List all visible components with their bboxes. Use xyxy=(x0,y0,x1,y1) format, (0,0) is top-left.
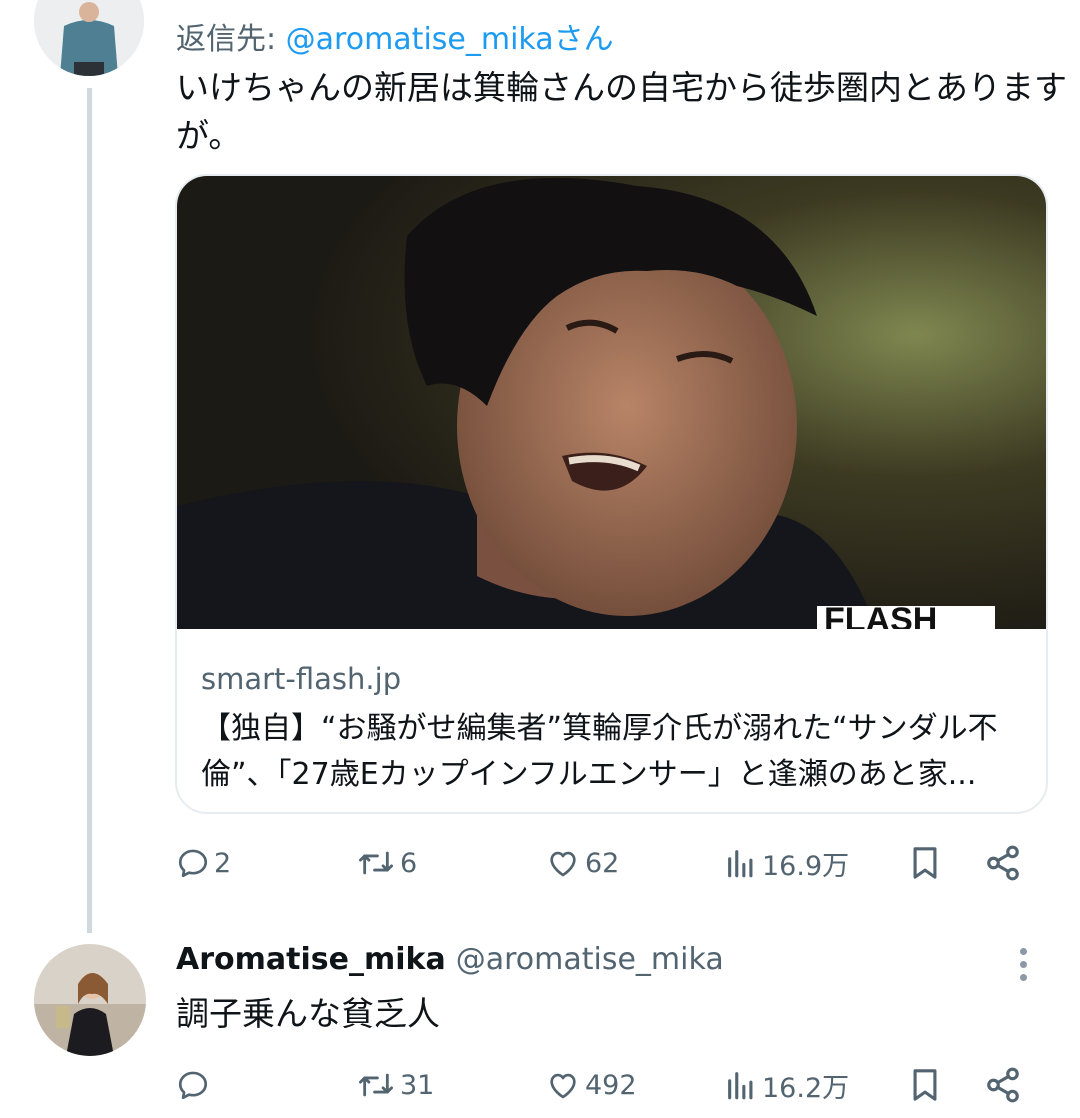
views-icon xyxy=(728,1072,753,1100)
link-preview-card[interactable]: FLASH smart-flash.jp 【独自】“お騒がせ編集者”箕輪厚介氏が… xyxy=(175,174,1048,814)
card-title: 【独自】“お騒がせ編集者”箕輪厚介氏が溺れた“サンダル不 倫”、「27歳Eカップ… xyxy=(201,706,1031,798)
author-handle[interactable]: @aromatise_mika xyxy=(456,942,724,977)
card-image: FLASH xyxy=(177,176,1046,629)
card-domain: smart-flash.jp xyxy=(201,662,402,696)
reply-button[interactable] xyxy=(176,1060,214,1110)
reply-to-line: 返信先: @aromatise_mikaさん xyxy=(176,14,614,58)
reply-to-handle-link[interactable]: @aromatise_mikaさん xyxy=(286,22,614,57)
views-count: 16.9万 xyxy=(762,850,850,882)
avatar[interactable] xyxy=(34,944,146,1056)
avatar-image xyxy=(34,944,146,1056)
repost-button[interactable]: 6 xyxy=(356,838,417,888)
views-icon xyxy=(728,850,753,878)
like-button[interactable]: 492 xyxy=(545,1060,637,1110)
repost-button[interactable]: 31 xyxy=(356,1060,434,1110)
card-watermark: FLASH xyxy=(824,601,937,629)
reply-icon xyxy=(178,1071,208,1100)
reply-tweet-text-line: が。 xyxy=(176,116,242,155)
card-title-line: 【独自】“お騒がせ編集者”箕輪厚介氏が溺れた“サンダル不 xyxy=(201,711,998,746)
like-button[interactable]: 62 xyxy=(545,838,619,888)
bookmark-button[interactable] xyxy=(908,1060,942,1110)
reply-count: 2 xyxy=(214,847,232,879)
share-button[interactable] xyxy=(984,838,1022,888)
bookmark-button[interactable] xyxy=(908,838,942,888)
bookmark-icon xyxy=(913,847,937,879)
reply-to-label: 返信先: xyxy=(176,22,286,57)
share-icon xyxy=(987,845,1019,881)
bookmark-icon xyxy=(913,1069,937,1101)
reply-tweet-action-bar: 2 6 62 16.9万 xyxy=(176,838,1036,888)
like-icon xyxy=(550,851,576,877)
repost-icon xyxy=(359,851,394,875)
avatar[interactable] xyxy=(34,0,144,76)
share-button[interactable] xyxy=(984,1060,1022,1110)
repost-count: 6 xyxy=(400,847,418,879)
views-count: 16.2万 xyxy=(762,1072,850,1104)
author-display-name[interactable]: Aromatise_mika xyxy=(176,942,446,977)
thread-connector-line xyxy=(87,88,92,933)
card-title-line: 倫”、「27歳Eカップインフルエンサー」と逢瀬のあと家... xyxy=(201,757,977,792)
main-tweet-action-bar: 31 492 16.2万 xyxy=(176,1060,1036,1110)
share-icon xyxy=(987,1067,1019,1103)
like-count: 492 xyxy=(585,1069,637,1101)
repost-icon xyxy=(359,1073,394,1097)
views-button[interactable]: 16.2万 xyxy=(724,1060,849,1110)
avatar-image xyxy=(34,0,144,76)
views-button[interactable]: 16.9万 xyxy=(724,838,849,888)
repost-count: 31 xyxy=(400,1069,435,1101)
main-tweet-text: 調子乗んな貧乏人 xyxy=(176,994,440,1033)
like-icon xyxy=(550,1073,576,1099)
tweet-author-line: Aromatise_mika @aromatise_mika xyxy=(176,942,724,977)
more-options-button[interactable] xyxy=(1016,948,1030,984)
reply-tweet-text: いけちゃんの新居は箕輪さんの自宅から徒歩圏内とあります が。 xyxy=(176,64,1067,160)
more-icon xyxy=(1016,948,1030,981)
reply-button[interactable]: 2 xyxy=(176,838,231,888)
reply-icon xyxy=(178,849,208,878)
reply-tweet-text-line: いけちゃんの新居は箕輪さんの自宅から徒歩圏内とあります xyxy=(176,68,1067,107)
like-count: 62 xyxy=(585,847,620,879)
